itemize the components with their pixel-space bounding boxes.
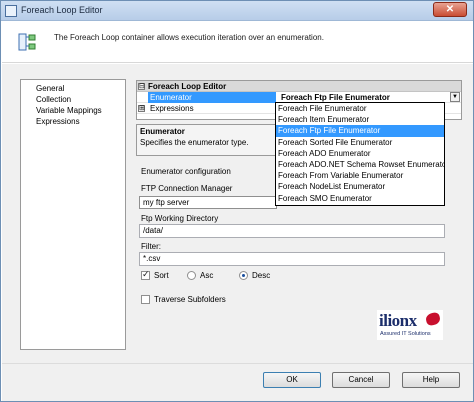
dropdown-arrow-icon[interactable]: ▼ — [450, 92, 460, 102]
expand-icon[interactable]: ⊞ — [138, 105, 145, 112]
sort-label: Sort — [154, 271, 169, 280]
property-description-title: Enumerator — [140, 127, 185, 136]
asc-label: Asc — [200, 271, 214, 280]
nav-item-collection[interactable]: Collection — [21, 94, 125, 105]
nav-item-expressions[interactable]: Expressions — [21, 116, 125, 127]
dropdown-option[interactable]: Foreach From Variable Enumerator — [276, 170, 444, 181]
button-bar: OK Cancel Help — [2, 363, 473, 401]
sort-checkbox[interactable] — [141, 270, 150, 280]
dropdown-option[interactable]: Foreach ADO.NET Schema Rowset Enumerator — [276, 159, 444, 170]
enumerator-configuration-label: Enumerator configuration — [141, 167, 231, 176]
dropdown-option[interactable]: Foreach SMO Enumerator — [276, 193, 444, 204]
close-button[interactable]: ✕ — [433, 2, 467, 17]
dropdown-option[interactable]: Foreach Item Enumerator — [276, 114, 444, 125]
dropdown-option[interactable]: Foreach NodeList Enumerator — [276, 181, 444, 192]
dropdown-option[interactable]: Foreach ADO Enumerator — [276, 148, 444, 159]
foreach-loop-icon — [18, 33, 36, 51]
desc-radio[interactable] — [239, 271, 248, 280]
cancel-button[interactable]: Cancel — [332, 372, 390, 388]
property-grid-section: ⊟ Foreach Loop Editor — [137, 81, 461, 92]
nav-list: General Collection Variable Mappings Exp… — [20, 79, 126, 350]
title-bar: Foreach Loop Editor ✕ — [1, 1, 473, 21]
filter-input[interactable]: *.csv — [139, 252, 445, 266]
logo-mark-icon — [424, 311, 442, 327]
collapse-icon[interactable]: ⊟ — [138, 83, 145, 90]
working-directory-label: Ftp Working Directory — [141, 214, 219, 223]
enumerator-dropdown-list: Foreach File Enumerator Foreach Item Enu… — [275, 102, 445, 206]
property-grid-section-title: Foreach Loop Editor — [148, 82, 227, 91]
property-description-text: Specifies the enumerator type. — [140, 138, 249, 147]
traverse-subfolders-checkbox[interactable] — [141, 295, 150, 304]
ilionx-logo: ilionx Assured IT Solutions — [377, 310, 443, 340]
asc-radio[interactable] — [187, 271, 196, 280]
traverse-subfolders-label: Traverse Subfolders — [154, 295, 226, 304]
nav-item-general[interactable]: General — [21, 83, 125, 94]
help-button[interactable]: Help — [402, 372, 460, 388]
dropdown-option[interactable]: Foreach Sorted File Enumerator — [276, 137, 444, 148]
dropdown-option[interactable]: Foreach File Enumerator — [276, 103, 444, 114]
header-panel: The Foreach Loop container allows execut… — [2, 21, 473, 63]
property-description-box: Enumerator Specifies the enumerator type… — [136, 124, 286, 156]
ok-button[interactable]: OK — [263, 372, 321, 388]
ftp-connection-select[interactable]: my ftp server — [139, 196, 277, 209]
property-name-expressions: Expressions — [150, 104, 194, 113]
logo-tagline: Assured IT Solutions — [380, 331, 431, 337]
foreach-loop-editor-window: Foreach Loop Editor ✕ The Foreach Loop c… — [0, 0, 474, 402]
window-title: Foreach Loop Editor — [21, 5, 103, 15]
working-directory-input[interactable]: /data/ — [139, 224, 445, 238]
nav-item-variable-mappings[interactable]: Variable Mappings — [21, 105, 125, 116]
app-icon — [5, 5, 17, 17]
filter-label: Filter: — [141, 242, 161, 251]
ftp-connection-label: FTP Connection Manager — [141, 184, 233, 193]
logo-wordmark: ilionx — [379, 311, 417, 330]
header-description: The Foreach Loop container allows execut… — [54, 33, 324, 42]
desc-label: Desc — [252, 271, 271, 280]
dropdown-option-selected[interactable]: Foreach Ftp File Enumerator — [276, 125, 444, 137]
property-name-enumerator: Enumerator — [148, 92, 276, 103]
